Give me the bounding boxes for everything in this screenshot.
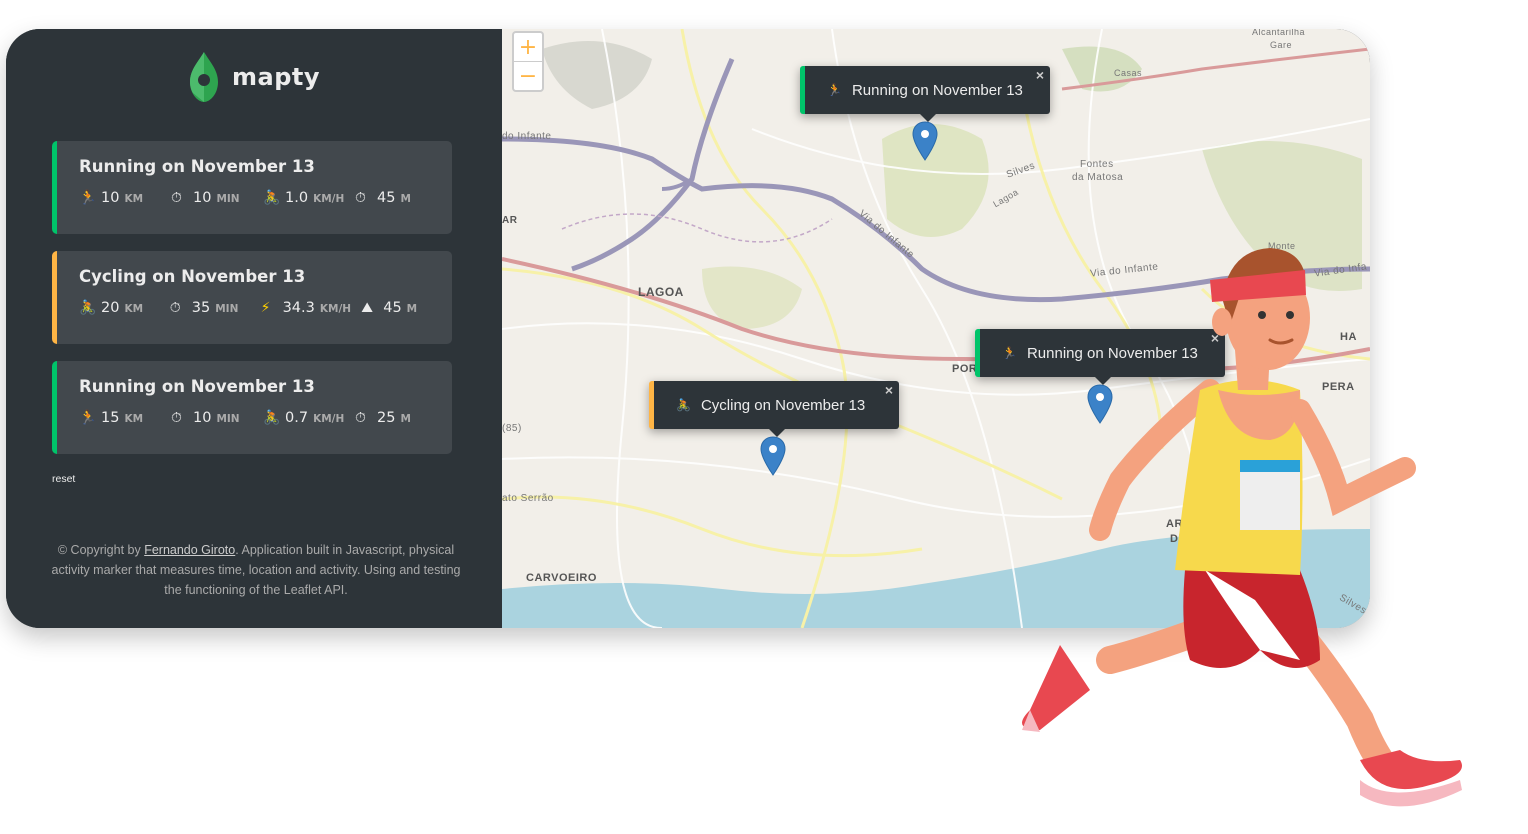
stopwatch-icon: ⏱ — [171, 410, 182, 426]
zoom-out-button[interactable]: − — [514, 62, 542, 91]
detail-unit: km/h — [313, 193, 345, 205]
zoom-control: + − — [512, 31, 544, 92]
workout-extra: ⏱ 45 m — [355, 190, 447, 206]
workout-title: Running on November 13 — [79, 157, 315, 176]
map-label: POR — [952, 363, 978, 375]
workout-list: Running on November 13 🏃 10 km ⏱ 10 min … — [52, 141, 452, 471]
running-icon: 🏃 — [79, 410, 97, 426]
workout-elevation: ⛰ 45 m — [361, 300, 452, 316]
cyclist-icon: 🚴 — [263, 190, 281, 206]
copyright-text: © Copyright by Fernando Giroto. Applicat… — [46, 540, 466, 600]
detail-unit: km — [124, 193, 144, 205]
detail-value: 10 — [193, 410, 212, 426]
map-label: LAGOA — [638, 285, 684, 299]
logo: mapty — [188, 49, 320, 105]
map-label: Alcantarilha — [1252, 29, 1306, 37]
detail-value: 1.0 — [285, 190, 309, 206]
workout-distance: 🏃 10 km — [79, 190, 171, 206]
cyclist-icon: 🚴 — [263, 410, 281, 426]
popup-text: Running on November 13 — [851, 81, 1023, 99]
workout-details: 🏃 10 km ⏱ 10 min 🚴 1.0 km/h — [79, 190, 452, 206]
detail-unit: km/h — [313, 413, 345, 425]
detail-unit: km — [124, 413, 144, 425]
stopwatch-icon: ⏱ — [355, 410, 366, 426]
cyclist-icon: 🚴 — [79, 300, 97, 316]
detail-value: 15 — [101, 410, 120, 426]
map-label: Gare — [1270, 40, 1293, 50]
map-marker-icon[interactable] — [912, 121, 938, 161]
map-pin-logo-icon — [190, 52, 218, 102]
workout-extra: ⏱ 25 m — [355, 410, 447, 426]
detail-value: 35 — [191, 300, 211, 316]
detail-value: 34.3 — [282, 300, 315, 316]
stopwatch-icon: ⏱ — [171, 190, 182, 206]
workout-distance: 🚴 20 km — [79, 300, 170, 316]
detail-value: 20 — [101, 300, 120, 316]
workout-item-running[interactable]: Running on November 13 🏃 15 km ⏱ 10 min … — [52, 361, 452, 454]
detail-value: 45 — [383, 300, 402, 316]
mountain-icon: ⛰ — [361, 300, 373, 316]
map-popup-running[interactable]: 🏃 Running on November 13 × — [800, 66, 1050, 122]
detail-value: 45 — [377, 190, 396, 206]
workout-speed: 🚴 1.0 km/h — [263, 190, 355, 206]
lightning-icon: ⚡ — [260, 300, 271, 316]
reset-link[interactable]: reset — [52, 473, 75, 485]
workout-distance: 🏃 15 km — [79, 410, 171, 426]
popup-text: Cycling on November 13 — [700, 396, 866, 414]
detail-unit: min — [215, 303, 239, 315]
workout-title: Cycling on November 13 — [79, 267, 306, 286]
runner-illustration-icon — [1022, 248, 1462, 807]
zoom-in-button[interactable]: + — [514, 33, 542, 62]
workout-details: 🚴 20 km ⏱ 35 min ⚡ 34.3 km/h — [79, 300, 452, 316]
author-link[interactable]: Fernando Giroto — [144, 543, 235, 557]
detail-value: 10 — [193, 190, 212, 206]
stopwatch-icon: ⏱ — [169, 300, 181, 316]
sidebar: mapty Running on November 13 🏃 10 km ⏱ 1… — [6, 29, 502, 628]
detail-value: 10 — [101, 190, 120, 206]
workout-duration: ⏱ 35 min — [170, 300, 261, 316]
logo-text: mapty — [232, 63, 320, 91]
close-icon[interactable]: × — [885, 382, 893, 398]
detail-unit: m — [400, 413, 411, 425]
stopwatch-icon: ⏱ — [355, 190, 366, 206]
map-label: da Matosa — [1072, 172, 1124, 183]
detail-unit: m — [400, 193, 411, 205]
workout-title: Running on November 13 — [79, 377, 315, 396]
map-label: ato Serrão — [502, 493, 554, 504]
map-popup-cycling[interactable]: 🚴 Cycling on November 13 × — [649, 381, 899, 437]
copyright-prefix: © Copyright by — [57, 543, 145, 557]
running-icon: 🏃 — [79, 190, 97, 206]
map-label: CARVOEIRO — [526, 572, 597, 584]
workout-duration: ⏱ 10 min — [171, 190, 263, 206]
map-marker-icon[interactable] — [760, 436, 786, 476]
detail-unit: m — [406, 303, 418, 315]
detail-value: 0.7 — [285, 410, 309, 426]
map-label: Casas — [1114, 68, 1143, 78]
map-label: Fontes — [1080, 159, 1114, 170]
close-icon[interactable]: × — [1036, 67, 1044, 83]
detail-unit: km — [124, 303, 144, 315]
map-label: (85) — [502, 423, 522, 434]
cyclist-icon: 🚴 — [676, 398, 691, 412]
map-label: AR — [502, 215, 518, 226]
workout-item-cycling[interactable]: Cycling on November 13 🚴 20 km ⏱ 35 min … — [52, 251, 452, 344]
running-icon: 🏃 — [827, 83, 842, 97]
workout-speed: ⚡ 34.3 km/h — [261, 300, 362, 316]
detail-value: 25 — [377, 410, 396, 426]
workout-item-running[interactable]: Running on November 13 🏃 10 km ⏱ 10 min … — [52, 141, 452, 234]
detail-unit: min — [216, 193, 240, 205]
workout-details: 🏃 15 km ⏱ 10 min 🚴 0.7 km/h — [79, 410, 452, 426]
detail-unit: km/h — [319, 303, 352, 315]
map-label: do Infante — [502, 131, 552, 142]
detail-unit: min — [216, 413, 240, 425]
workout-duration: ⏱ 10 min — [171, 410, 263, 426]
workout-speed: 🚴 0.7 km/h — [263, 410, 355, 426]
